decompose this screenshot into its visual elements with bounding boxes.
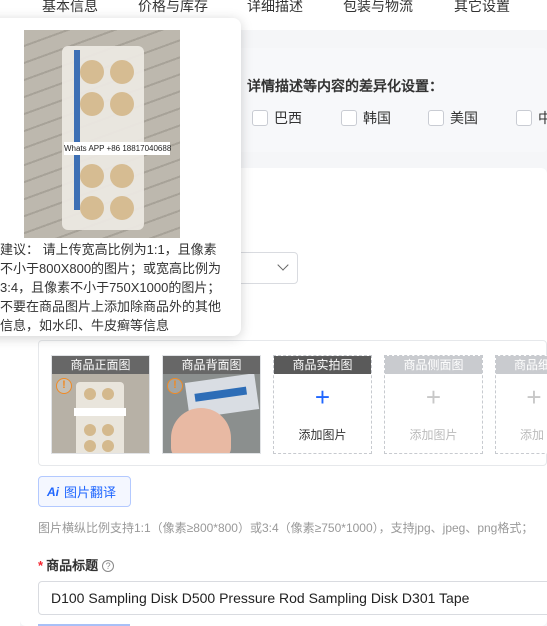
help-icon[interactable]: ? [102,560,115,572]
country-option-china[interactable]: 中 [516,108,547,128]
warning-icon[interactable]: ! [56,378,72,394]
whatsapp-label: Whats APP +86 18817040688 [64,142,172,155]
image-slot-detail: 商品细 + 添加 [495,355,547,454]
checkbox[interactable] [516,110,532,126]
slot-label: 商品细 [496,356,547,374]
tab-price-stock[interactable]: 价格与库存 [138,0,208,16]
add-image-label: 添加图片 [409,428,458,442]
checkbox[interactable] [252,110,268,126]
upload-advice-text: 建议： 请上传宽高比例为1:1，且像素 不小于800X800的图片；或宽高比例为… [0,242,222,333]
tab-detail-description[interactable]: 详细描述 [247,0,303,16]
tab-packaging-logistics[interactable]: 包装与物流 [343,0,413,16]
plus-icon: + [314,382,331,412]
slot-label: 商品侧面图 [385,356,482,374]
country-option-usa[interactable]: 美国 [428,108,478,128]
image-slot-front[interactable]: 商品正面图 ! [51,355,150,454]
add-image-label: 添加图片 [298,428,347,442]
slot-label: 商品实拍图 [274,356,371,374]
image-format-hint: 图片横纵比例支持1:1（像素≥800*800）或3:4（像素≥750*1000）… [38,521,534,535]
checkbox[interactable] [341,110,357,126]
plus-icon: + [526,382,542,412]
product-title-text: 商品标题 [46,558,99,573]
country-label: 美国 [450,110,478,126]
country-label: 韩国 [363,110,391,126]
country-label: 巴西 [274,110,302,126]
add-image-label: 添加 [520,428,545,442]
dropdown-select[interactable] [232,252,298,284]
image-slot-back[interactable]: 商品背面图 ! [162,355,261,454]
checkbox[interactable] [428,110,444,126]
product-title-input[interactable]: D100 Sampling Disk D500 Pressure Rod Sam… [38,581,547,615]
ai-icon: Ai [47,484,59,499]
image-preview-tooltip: Whats APP +86 18817040688 建议： 请上传宽高比例为1:… [0,18,241,336]
image-slot-side: 商品侧面图 + 添加图片 [384,355,483,454]
tab-other-settings[interactable]: 其它设置 [454,0,510,16]
slot-label: 商品正面图 [52,356,149,374]
chevron-down-icon [277,259,289,271]
product-preview-image: Whats APP +86 18817040688 [24,30,180,238]
country-option-korea[interactable]: 韩国 [341,108,391,128]
plus-icon: + [425,382,442,412]
slot-label: 商品背面图 [163,356,260,374]
product-title-label: * 商品标题? [38,555,115,574]
country-option-brazil[interactable]: 巴西 [252,108,302,128]
image-slot-real-shot[interactable]: 商品实拍图 + 添加图片 [273,355,372,454]
tab-basic-info[interactable]: 基本信息 [42,0,98,16]
required-mark: * [38,558,44,573]
translate-label: 图片翻译 [64,485,117,500]
image-translate-button[interactable]: Ai 图片翻译 [38,476,131,507]
country-label: 中 [538,110,547,126]
differentiation-title: 详情描述等内容的差异化设置： [247,78,443,94]
warning-icon[interactable]: ! [167,378,183,394]
